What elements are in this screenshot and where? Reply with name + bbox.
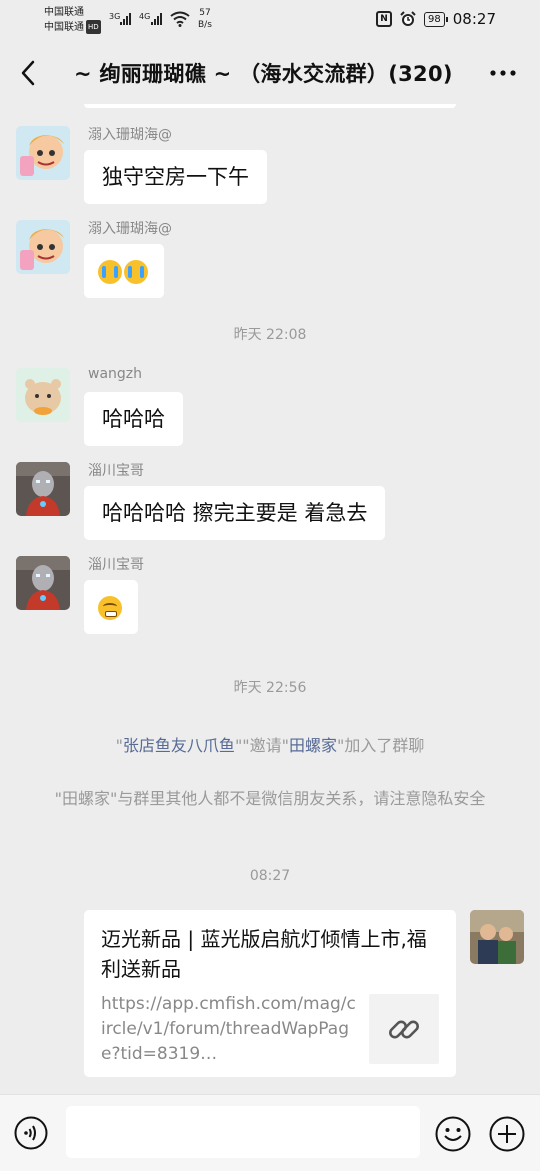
input-bar — [0, 1094, 540, 1171]
avatar[interactable] — [16, 220, 70, 274]
carrier-info: 中国联通 中国联通 HD — [44, 6, 101, 35]
chat-header: ~ 绚丽珊瑚礁 ~ （海水交流群）(320) — [0, 44, 540, 104]
chat-title: ~ 绚丽珊瑚礁 ~ （海水交流群）(320) — [74, 62, 453, 86]
my-avatar[interactable] — [470, 910, 524, 964]
carrier-1: 中国联通 — [44, 7, 84, 18]
message-bubble[interactable]: 独守空房一下午 — [84, 150, 267, 204]
crying-face-icon — [98, 260, 122, 284]
nfc-icon: N — [376, 11, 393, 27]
crying-face-icon — [124, 260, 148, 284]
sender-name: 溺入珊瑚海@ — [88, 127, 172, 143]
more-icon — [490, 70, 516, 76]
plus-icon — [489, 1116, 525, 1152]
status-right: N 98 08:27 — [376, 10, 496, 28]
chevron-left-icon — [21, 60, 35, 86]
emoji-button[interactable] — [435, 1116, 471, 1152]
system-message-invite: "张店鱼友八爪鱼""邀请"田螺家"加入了群聊 — [115, 736, 425, 755]
link-card-thumbnail — [369, 994, 439, 1064]
message-bubble[interactable]: 哈哈哈 — [84, 392, 183, 446]
sender-name: 溺入珊瑚海@ — [88, 221, 172, 237]
message-input[interactable] — [66, 1106, 420, 1158]
link-icon — [389, 1020, 419, 1039]
carrier-2: 中国联通 — [44, 22, 84, 33]
battery-icon: 98 — [424, 11, 448, 27]
signal-icon — [120, 13, 131, 25]
network-type-2: 4G — [139, 12, 151, 21]
more-functions-button[interactable] — [489, 1116, 525, 1152]
net-speed: 57 B/s — [198, 8, 212, 30]
timestamp: 昨天 22:08 — [233, 327, 307, 343]
link-card-url: https://app.cmfish.com/mag/circle/v1/for… — [101, 994, 356, 1064]
previous-message-bubble[interactable] — [84, 104, 456, 108]
avatar[interactable] — [16, 462, 70, 516]
sender-name: 淄川宝哥 — [88, 463, 144, 479]
message-bubble[interactable]: 哈哈哈哈 擦完主要是 着急去 — [84, 486, 386, 540]
system-message-privacy: "田螺家"与群里其他人都不是微信朋友关系，请注意隐私安全 — [54, 789, 486, 808]
inviter-link[interactable]: 张店鱼友八爪鱼 — [123, 736, 235, 755]
avatar[interactable] — [16, 556, 70, 610]
sender-name: 淄川宝哥 — [88, 557, 144, 573]
emoji-icon — [435, 1116, 471, 1152]
signal-icon-2 — [151, 13, 162, 25]
network-type-1: 3G — [109, 12, 121, 21]
grimacing-face-icon — [98, 596, 122, 620]
avatar[interactable] — [16, 126, 70, 180]
invitee-link[interactable]: 田螺家 — [289, 736, 337, 755]
alarm-icon — [400, 11, 416, 26]
chat-list[interactable]: 溺入珊瑚海@ 独守空房一下午 溺入珊瑚海@ 昨天 22:08 wangzh 哈哈… — [0, 104, 540, 1094]
voice-button[interactable] — [14, 1116, 48, 1150]
back-button[interactable] — [14, 56, 44, 90]
voice-icon — [14, 1116, 48, 1150]
message-bubble[interactable] — [84, 244, 164, 298]
link-card[interactable]: 迈光新品 | 蓝光版启航灯倾情上市,福利送新品 https://app.cmfi… — [84, 910, 456, 1077]
sender-name: wangzh — [88, 366, 143, 382]
clock: 08:27 — [452, 10, 496, 28]
hd-badge: HD — [86, 20, 101, 34]
timestamp: 昨天 22:56 — [233, 680, 307, 696]
link-card-title: 迈光新品 | 蓝光版启航灯倾情上市,福利送新品 — [101, 927, 427, 981]
avatar[interactable] — [16, 368, 70, 422]
status-bar: 中国联通 中国联通 HD 3G 4G 57 B/s N 98 08:27 — [0, 0, 540, 44]
more-button[interactable] — [486, 56, 520, 90]
wifi-icon — [170, 11, 190, 27]
timestamp: 08:27 — [249, 868, 291, 884]
message-bubble[interactable] — [84, 580, 138, 634]
